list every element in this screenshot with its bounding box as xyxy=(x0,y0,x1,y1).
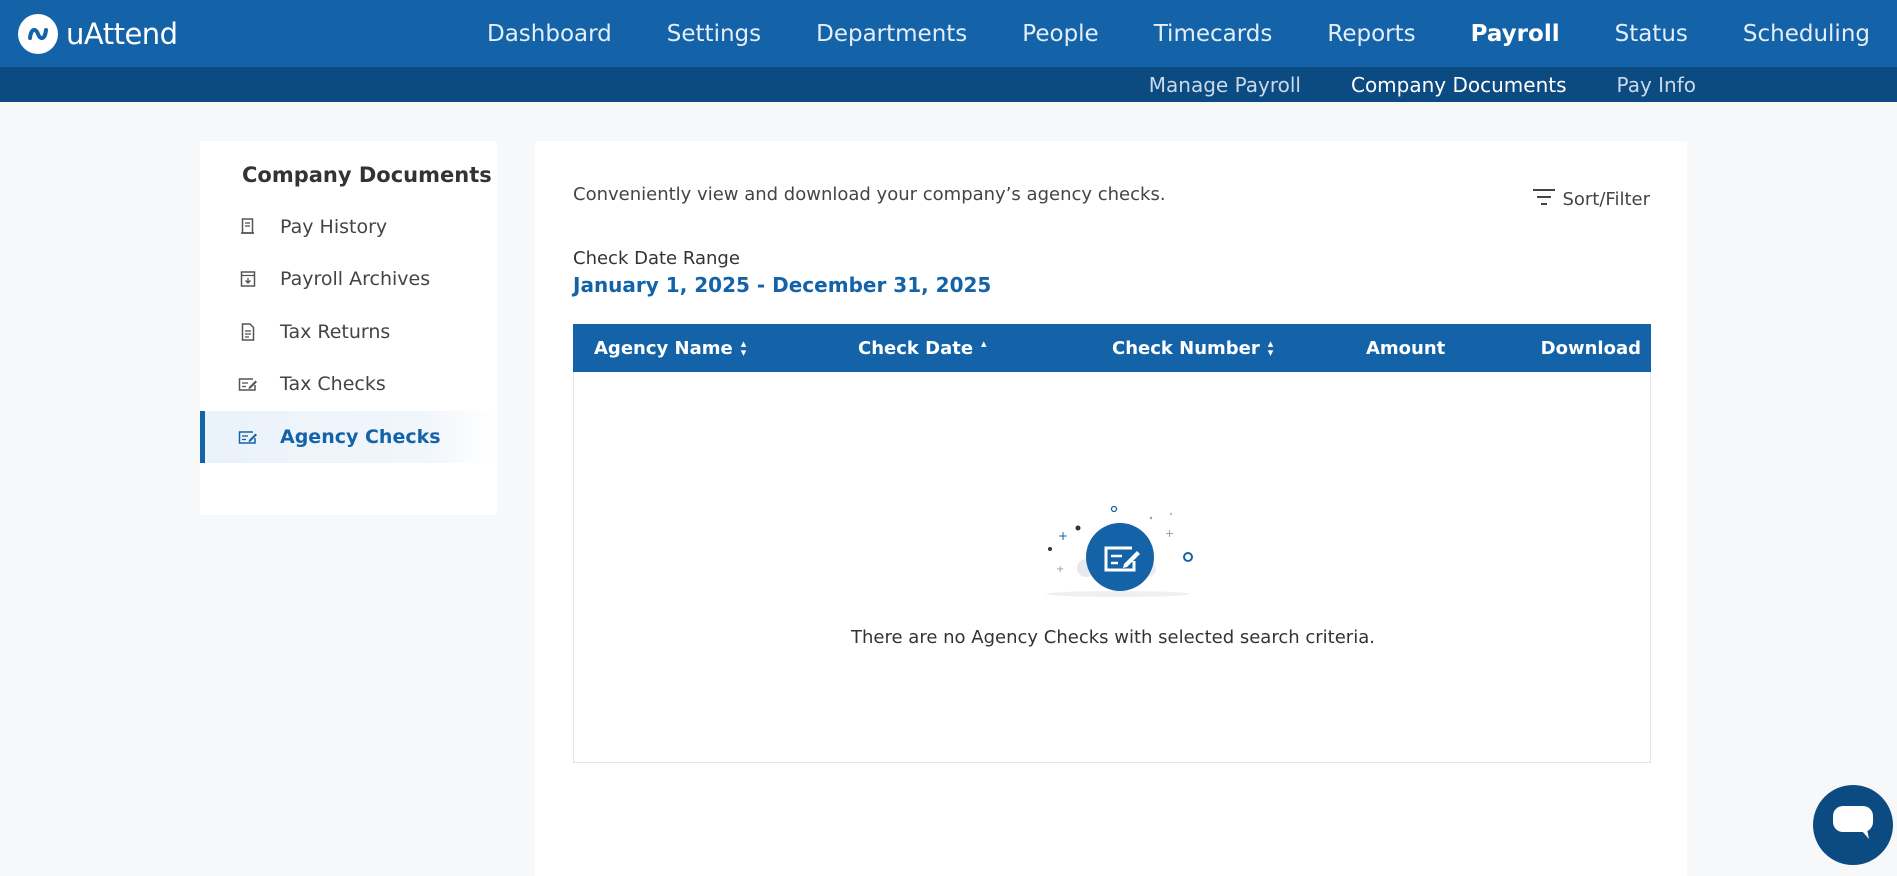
sort-filter-label: Sort/Filter xyxy=(1562,189,1650,210)
nav-settings[interactable]: Settings xyxy=(667,21,761,47)
sidebar-item-payroll-archives[interactable]: Payroll Archives xyxy=(200,253,497,305)
archive-icon xyxy=(238,269,258,289)
date-range-label: Check Date Range xyxy=(573,248,740,269)
nav-scheduling[interactable]: Scheduling xyxy=(1743,21,1870,47)
top-navbar: uAttend Dashboard Settings Departments P… xyxy=(0,0,1897,67)
filter-icon xyxy=(1532,188,1556,211)
empty-state-message: There are no Agency Checks with selected… xyxy=(851,627,1375,648)
check-icon xyxy=(238,427,258,447)
nav-people[interactable]: People xyxy=(1022,21,1098,47)
sidebar-item-agency-checks[interactable]: Agency Checks xyxy=(200,411,497,463)
sidebar-item-tax-checks[interactable]: Tax Checks xyxy=(200,358,497,410)
column-check-number[interactable]: Check Number ▴ ▾ xyxy=(1112,324,1273,372)
document-icon xyxy=(238,322,258,342)
sidebar-item-label: Tax Checks xyxy=(280,373,386,395)
column-check-date[interactable]: Check Date ▴ xyxy=(858,324,987,372)
column-download: Download xyxy=(1541,324,1641,372)
sub-navbar: Manage Payroll Company Documents Pay Inf… xyxy=(0,67,1897,102)
uattend-logo-icon xyxy=(18,14,58,54)
payroll-subnav: Manage Payroll Company Documents Pay Inf… xyxy=(1099,67,1696,102)
sort-ascending-icon: ▴ xyxy=(981,337,987,350)
sidebar-item-label: Agency Checks xyxy=(280,426,441,448)
logo[interactable]: uAttend xyxy=(18,14,178,54)
svg-text:+: + xyxy=(1056,564,1064,575)
nav-departments[interactable]: Departments xyxy=(816,21,967,47)
nav-timecards[interactable]: Timecards xyxy=(1154,21,1273,47)
svg-text:+: + xyxy=(1165,527,1174,540)
column-label: Agency Name xyxy=(594,337,733,359)
column-label: Download xyxy=(1540,337,1641,359)
receipt-icon xyxy=(238,217,258,237)
column-amount: Amount xyxy=(1366,324,1445,372)
app-name: uAttend xyxy=(66,17,178,51)
column-label: Amount xyxy=(1366,337,1446,359)
nav-reports[interactable]: Reports xyxy=(1327,21,1415,47)
sidebar-item-pay-history[interactable]: Pay History xyxy=(200,201,497,253)
column-label: Check Date xyxy=(858,337,974,359)
agency-checks-panel: Conveniently view and download your comp… xyxy=(535,141,1687,876)
nav-dashboard[interactable]: Dashboard xyxy=(487,21,612,47)
sort-both-icon: ▴ ▾ xyxy=(1267,337,1274,359)
subnav-company-documents[interactable]: Company Documents xyxy=(1351,73,1567,97)
nav-status[interactable]: Status xyxy=(1615,21,1688,47)
check-icon xyxy=(238,374,258,394)
subnav-pay-info[interactable]: Pay Info xyxy=(1617,73,1696,97)
sidebar-item-label: Pay History xyxy=(280,216,388,238)
chat-bubble-icon xyxy=(1831,804,1875,847)
main-nav: Dashboard Settings Departments People Ti… xyxy=(432,0,1897,67)
sort-filter-button[interactable]: Sort/Filter xyxy=(1532,188,1650,211)
sort-both-icon: ▴ ▾ xyxy=(740,337,747,359)
chat-button[interactable] xyxy=(1813,785,1893,865)
subnav-manage-payroll[interactable]: Manage Payroll xyxy=(1149,73,1301,97)
documents-sidebar-list: Pay History Payroll Archives Tax Returns… xyxy=(200,141,497,515)
svg-text:+: + xyxy=(1058,529,1068,543)
sidebar-item-tax-returns[interactable]: Tax Returns xyxy=(200,306,497,358)
agency-checks-table: Agency Name ▴ ▾ Check Date ▴ Check Number… xyxy=(573,324,1651,763)
date-range-value[interactable]: January 1, 2025 - December 31, 2025 xyxy=(573,273,991,297)
empty-state-illustration: + + + xyxy=(1036,492,1206,607)
sidebar-item-label: Payroll Archives xyxy=(280,268,431,290)
sidebar-item-label: Tax Returns xyxy=(280,321,391,343)
column-label: Check Number xyxy=(1112,337,1260,359)
nav-payroll[interactable]: Payroll xyxy=(1471,21,1560,47)
column-agency-name[interactable]: Agency Name ▴ ▾ xyxy=(594,324,746,372)
table-header: Agency Name ▴ ▾ Check Date ▴ Check Number… xyxy=(573,324,1651,372)
intro-text: Conveniently view and download your comp… xyxy=(573,184,1166,205)
